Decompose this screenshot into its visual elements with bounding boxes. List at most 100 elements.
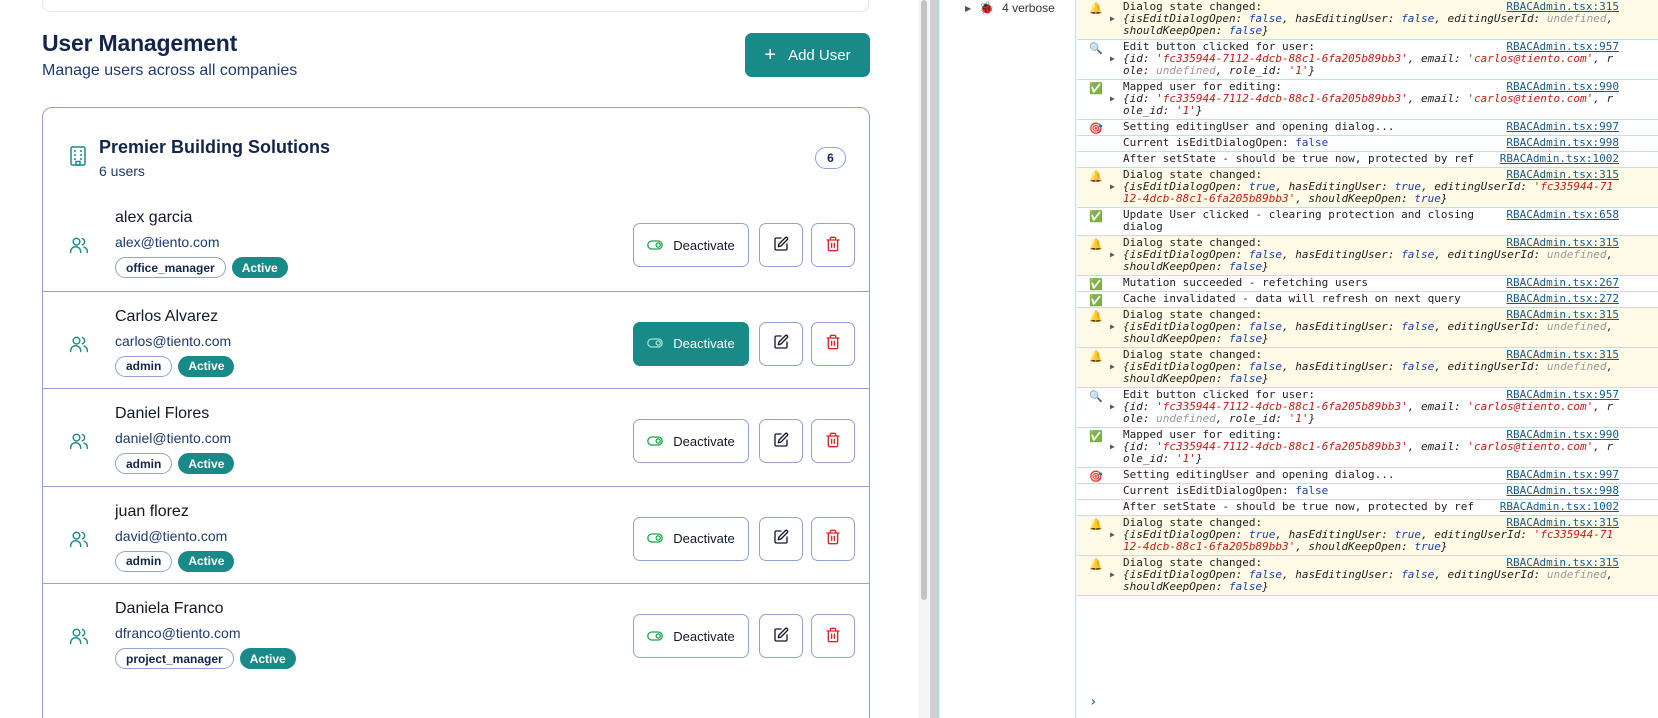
deactivate-button[interactable]: Deactivate <box>633 614 749 658</box>
deactivate-label: Deactivate <box>673 628 735 644</box>
edit-icon <box>773 236 789 255</box>
log-source-link[interactable]: RBACAdmin.tsx:267 <box>1506 277 1619 289</box>
delete-user-button[interactable] <box>811 223 855 267</box>
edit-user-button[interactable] <box>759 419 803 463</box>
deactivate-label: Deactivate <box>673 237 735 253</box>
log-source-link[interactable]: RBACAdmin.tsx:1002 <box>1500 501 1619 513</box>
expand-triangle-icon: ▶ <box>1110 442 1115 451</box>
edit-user-button[interactable] <box>759 223 803 267</box>
deactivate-button[interactable]: Deactivate <box>633 419 749 463</box>
edit-user-button[interactable] <box>759 321 803 366</box>
expand-triangle-icon: ▶ <box>1110 322 1115 331</box>
app-scrollbar-thumb[interactable] <box>921 0 927 600</box>
log-source-link[interactable]: RBACAdmin.tsx:1002 <box>1500 153 1619 165</box>
app-scrollbar[interactable] <box>918 0 930 718</box>
page-title: User Management <box>42 30 238 56</box>
status-badge: Active <box>178 453 235 474</box>
delete-user-button[interactable] <box>811 419 855 463</box>
deactivate-button[interactable]: Deactivate <box>633 223 749 267</box>
toggle-icon <box>647 629 664 644</box>
user-name: alex garcia <box>115 209 193 226</box>
console-log-entry: ✅ Cache invalidated - data will refresh o… <box>1077 292 1658 308</box>
company-card: Premier Building Solutions 6 users 6 ale… <box>42 107 870 718</box>
log-object[interactable]: ▶ {id: 'fc335944-7112-4dcb-88c1-6fa205b89… <box>1110 401 1619 425</box>
log-message: Update User clicked - clearing protectio… <box>1123 208 1474 233</box>
expand-triangle-icon: ▶ <box>1110 94 1115 103</box>
expand-triangle-icon: ▶ <box>1110 402 1115 411</box>
log-message: After setState - should be true now, pro… <box>1123 152 1474 165</box>
user-row: Daniel Flores daniel@tiento.com admin Activ… <box>43 388 869 491</box>
delete-user-button[interactable] <box>811 321 855 366</box>
delete-user-button[interactable] <box>811 516 855 561</box>
bell-icon: 🔔 <box>1089 558 1103 571</box>
log-source-link[interactable]: RBACAdmin.tsx:998 <box>1506 485 1619 497</box>
log-object[interactable]: ▶ {id: 'fc335944-7112-4dcb-88c1-6fa205b89… <box>1110 93 1619 117</box>
users-icon <box>69 334 89 354</box>
log-source-link[interactable]: RBACAdmin.tsx:272 <box>1506 293 1619 305</box>
log-object[interactable]: ▶ {isEditDialogOpen: false, hasEditingUse… <box>1110 321 1619 345</box>
expand-triangle-icon: ▶ <box>965 3 972 13</box>
deactivate-button[interactable]: Deactivate <box>633 516 749 561</box>
edit-user-button[interactable] <box>759 614 803 658</box>
add-user-button[interactable]: + Add User <box>745 33 870 77</box>
users-icon <box>69 235 89 255</box>
role-badge: office_manager <box>115 257 226 278</box>
deactivate-label: Deactivate <box>673 531 735 546</box>
log-source-link[interactable]: RBACAdmin.tsx:998 <box>1506 137 1619 149</box>
panel-splitter[interactable] <box>930 0 938 718</box>
log-message: Mutation succeeded - refetching users <box>1123 276 1369 289</box>
bell-icon: 🔔 <box>1089 238 1103 251</box>
deactivate-label: Deactivate <box>673 336 735 351</box>
user-name: juan florez <box>115 502 189 520</box>
log-message: Current isEditDialogOpen: false <box>1123 484 1329 497</box>
console-log-entry: After setState - should be true now, pro… <box>1077 152 1658 168</box>
devtools-console: ▶ 🐞 4 verbose 🔔 Dialog state changed: RBAC… <box>938 0 1658 718</box>
deactivate-label: Deactivate <box>673 433 735 449</box>
console-prompt[interactable]: › <box>1089 694 1097 710</box>
console-log-entry: Current isEditDialogOpen: false RBACAdmin… <box>1077 484 1658 500</box>
log-source-link[interactable]: RBACAdmin.tsx:997 <box>1506 469 1619 481</box>
log-object[interactable]: ▶ {isEditDialogOpen: true, hasEditingUser… <box>1110 529 1619 553</box>
console-log-entry: After setState - should be true now, pro… <box>1077 500 1658 516</box>
log-object[interactable]: ▶ {id: 'fc335944-7112-4dcb-88c1-6fa205b89… <box>1110 441 1619 465</box>
expand-triangle-icon: ▶ <box>1110 250 1115 259</box>
user-row: Carlos Alvarez carlos@tiento.com admin Acti… <box>43 290 869 394</box>
user-row: Daniela Franco dfranco@tiento.com project_… <box>43 583 869 686</box>
log-object[interactable]: ▶ {id: 'fc335944-7112-4dcb-88c1-6fa205b89… <box>1110 53 1619 77</box>
log-object[interactable]: ▶ {isEditDialogOpen: true, hasEditingUser… <box>1110 181 1619 205</box>
user-name: Carlos Alvarez <box>115 307 219 325</box>
verbose-label: 4 verbose <box>1002 1 1055 15</box>
log-object[interactable]: ▶ {isEditDialogOpen: false, hasEditingUse… <box>1110 13 1619 37</box>
status-badge: Active <box>231 257 288 278</box>
edit-user-button[interactable] <box>759 516 803 561</box>
log-source-link[interactable]: RBACAdmin.tsx:997 <box>1506 121 1619 133</box>
console-log-entry: Current isEditDialogOpen: false RBACAdmin… <box>1077 136 1658 152</box>
edit-icon <box>773 627 789 646</box>
user-name: Daniela Franco <box>115 600 224 617</box>
page-subtitle: Manage users across all companies <box>42 62 298 79</box>
expand-triangle-icon: ▶ <box>1110 530 1115 539</box>
log-object[interactable]: ▶ {isEditDialogOpen: false, hasEditingUse… <box>1110 361 1619 385</box>
console-log-entry: 🔔 Dialog state changed: RBACAdmin.tsx:315 ▶… <box>1077 0 1658 40</box>
console-log-entry: ✅ Mapped user for editing: RBACAdmin.tsx:9… <box>1077 428 1658 468</box>
log-object[interactable]: ▶ {isEditDialogOpen: false, hasEditingUse… <box>1110 249 1619 273</box>
bug-icon: 🐞 <box>979 1 995 15</box>
role-badge: admin <box>115 453 173 474</box>
bell-icon: 🔔 <box>1089 310 1103 323</box>
trash-icon <box>825 236 841 255</box>
console-log-entry: 🔔 Dialog state changed: RBACAdmin.tsx:315 ▶… <box>1077 308 1658 348</box>
log-object[interactable]: ▶ {isEditDialogOpen: false, hasEditingUse… <box>1110 569 1619 593</box>
status-badge: Active <box>178 550 235 572</box>
status-badge: Active <box>239 648 296 669</box>
expand-triangle-icon: ▶ <box>1110 570 1115 579</box>
console-log-entry: ✅ Mutation succeeded - refetching users RB… <box>1077 276 1658 292</box>
deactivate-button[interactable]: Deactivate <box>633 321 749 366</box>
delete-user-button[interactable] <box>811 614 855 658</box>
console-log-entry: 🎯 Setting editingUser and opening dialog.… <box>1077 120 1658 136</box>
role-badge: project_manager <box>115 648 234 669</box>
log-source-link[interactable]: RBACAdmin.tsx:658 <box>1506 209 1619 221</box>
role-badge: admin <box>115 355 173 377</box>
console-sidebar-verbose[interactable]: ▶ 🐞 4 verbose <box>965 1 1055 15</box>
console-log-entry: ✅ Update User clicked - clearing protecti… <box>1077 208 1658 236</box>
trash-icon <box>825 529 841 548</box>
